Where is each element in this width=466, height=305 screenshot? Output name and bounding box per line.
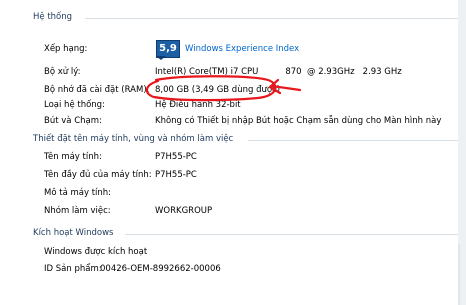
computer-name-value: P7H55-PC — [155, 152, 197, 162]
red-annotation-circle-icon — [145, 75, 302, 102]
ram-label: Bộ nhớ đã cài đặt (RAM): — [44, 85, 150, 95]
section-title-system: Hệ thống — [33, 12, 73, 22]
activation-status: Windows được kích hoạt — [44, 247, 148, 257]
section-title-activation: Kích hoạt Windows — [33, 228, 114, 238]
computer-description-label: Mô tả máy tính: — [44, 188, 112, 198]
system-type-label: Loại hệ thống: — [44, 100, 105, 110]
section-divider-activation — [125, 234, 459, 235]
section-divider-computer-name — [248, 140, 459, 141]
processor-label: Bộ xử lý: — [44, 67, 81, 77]
product-id-label: ID Sản phẩm: — [44, 264, 102, 274]
system-properties-window: { "system_section": { "title": "Hệ thống… — [0, 0, 466, 305]
rating-label: Xếp hạng: — [44, 44, 88, 54]
computer-name-label: Tên máy tính: — [44, 152, 102, 162]
window-right-edge-shade — [458, 244, 460, 305]
full-computer-name-value: P7H55-PC — [155, 170, 197, 180]
workgroup-value: WORKGROUP — [155, 206, 213, 216]
section-divider-system — [85, 18, 459, 19]
product-id-value: 00426-OEM-8992662-00006 — [100, 264, 221, 274]
pen-touch-value: Không có Thiết bị nhập Bút hoặc Chạm sẵn… — [155, 116, 442, 126]
section-title-computer-name: Thiết đặt tên máy tính, vùng và nhóm làm… — [33, 134, 234, 144]
workgroup-label: Nhóm làm việc: — [44, 206, 111, 216]
rating-badge-tail-icon — [156, 56, 166, 60]
windows-experience-index-link[interactable]: Windows Experience Index — [185, 44, 299, 54]
full-computer-name-label: Tên đầy đủ của máy tính: — [44, 170, 152, 180]
pen-touch-label: Bút và Chạm: — [44, 116, 102, 126]
